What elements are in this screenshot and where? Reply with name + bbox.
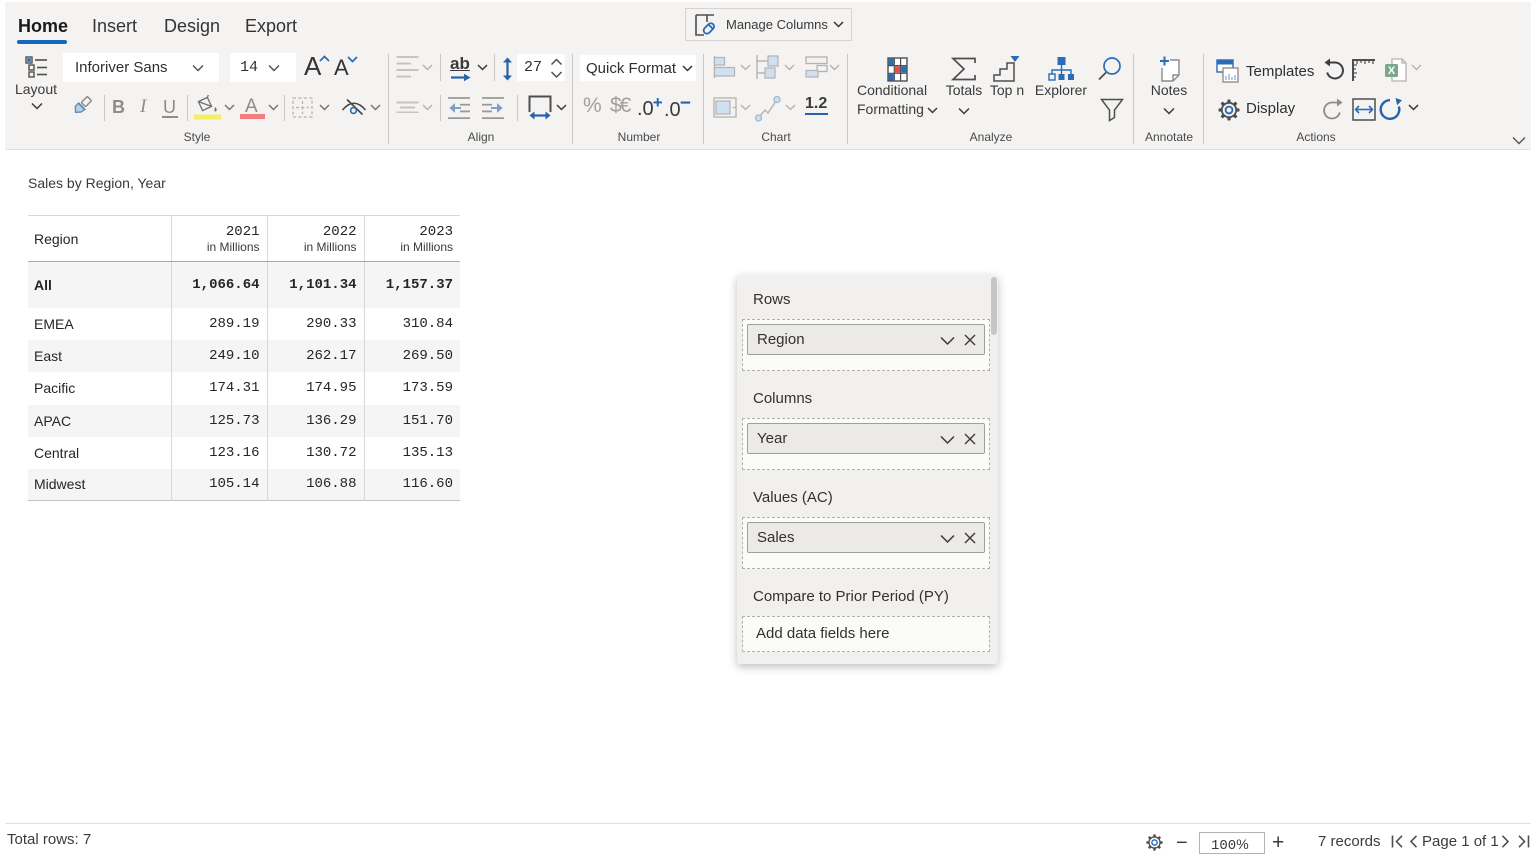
svg-text:X: X: [1388, 65, 1396, 77]
